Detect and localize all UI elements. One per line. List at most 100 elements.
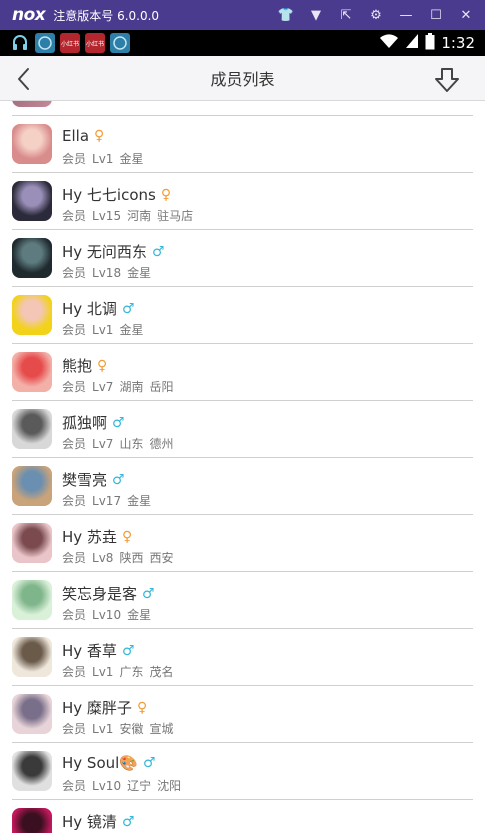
member-name-line: 笑忘身是客 ♂ <box>62 583 155 604</box>
member-level: Lv17 <box>92 494 122 508</box>
member-meta: 会员 Lv7 湖南 岳阳 <box>62 378 179 395</box>
member-role: 会员 <box>62 266 87 280</box>
female-icon: ♀ <box>136 699 148 716</box>
member-name: Hy 北调 <box>62 300 117 318</box>
emulator-controls: 👕 ▼ ⇱ ⚙ — ☐ ✕ <box>271 0 481 30</box>
member-location: 陕西 <box>119 551 144 565</box>
avatar[interactable] <box>12 694 52 734</box>
avatar[interactable] <box>12 580 52 620</box>
member-list[interactable]: Ella ♀ 会员 Lv1 金星 Hy 七七icons ♀ 会员 Lv15 河南 驻马店 Hy 无问西… <box>0 101 485 833</box>
member-name-line: Hy 北调 ♂ <box>62 298 135 319</box>
male-icon: ♂ <box>121 300 135 317</box>
member-name-line: Hy 香草 ♂ <box>62 640 135 661</box>
member-meta: 会员 Lv15 河南 驻马店 <box>62 207 199 224</box>
male-icon: ♂ <box>151 243 165 260</box>
back-arrow-icon <box>18 68 29 90</box>
member-name-line: 孤独啊 ♂ <box>62 412 125 433</box>
close-icon[interactable]: ✕ <box>451 0 481 30</box>
download-arrow-icon <box>435 68 459 92</box>
member-location: 德州 <box>149 437 174 451</box>
male-icon: ♂ <box>142 755 156 771</box>
member-row[interactable]: 熊抱 ♀ 会员 Lv7 湖南 岳阳 <box>0 344 485 401</box>
member-level: Lv18 <box>92 266 122 280</box>
shirt-icon[interactable]: 👕 <box>271 0 301 30</box>
avatar[interactable] <box>12 409 52 449</box>
member-location: 安徽 <box>119 722 144 736</box>
member-row[interactable]: Hy Soul🎨 ♂ 会员 Lv10 辽宁 沈阳 <box>0 743 485 800</box>
gear-icon[interactable]: ⚙ <box>361 0 391 30</box>
page-title: 成员列表 <box>210 70 275 89</box>
member-name: Hy 糜胖子 <box>62 699 132 717</box>
member-role: 会员 <box>62 608 87 622</box>
member-location: 金星 <box>119 323 144 337</box>
member-row[interactable] <box>0 101 485 116</box>
member-role: 会员 <box>62 779 87 793</box>
avatar[interactable] <box>12 808 52 833</box>
member-row[interactable]: 笑忘身是客 ♂ 会员 Lv10 金星 <box>0 572 485 629</box>
download-button[interactable] <box>433 66 461 94</box>
member-role: 会员 <box>62 437 87 451</box>
member-level: Lv10 <box>92 608 122 622</box>
member-level: Lv1 <box>92 323 114 337</box>
member-location: 湖南 <box>119 380 144 394</box>
member-row[interactable]: 孤独啊 ♂ 会员 Lv7 山东 德州 <box>0 401 485 458</box>
member-row[interactable]: Hy 香草 ♂ 会员 Lv1 广东 茂名 <box>0 629 485 686</box>
member-row[interactable]: Hy 糜胖子 ♀ 会员 Lv1 安徽 宣城 <box>0 686 485 743</box>
member-row[interactable]: Hy 苏垚 ♀ 会员 Lv8 陕西 西安 <box>0 515 485 572</box>
member-location: 茂名 <box>149 665 174 679</box>
xiaohongshu-notification-icon: 小红书 <box>60 33 80 53</box>
member-row[interactable]: Hy 无问西东 ♂ 会员 Lv18 金星 <box>0 230 485 287</box>
member-row[interactable]: Hy 镜清 ♂ <box>0 800 485 833</box>
member-row[interactable]: Hy 七七icons ♀ 会员 Lv15 河南 驻马店 <box>0 173 485 230</box>
avatar[interactable] <box>12 751 52 791</box>
male-icon: ♂ <box>142 585 155 602</box>
member-meta: 会员 Lv1 广东 茂名 <box>62 663 179 680</box>
avatar[interactable] <box>12 181 52 221</box>
member-role: 会员 <box>62 551 87 565</box>
pin-icon[interactable]: ⇱ <box>331 0 361 30</box>
member-row[interactable]: 樊雪亮 ♂ 会员 Lv17 金星 <box>0 458 485 515</box>
member-row[interactable]: Hy 北调 ♂ 会员 Lv1 金星 <box>0 287 485 344</box>
female-icon: ♀ <box>97 357 108 374</box>
member-location: 金星 <box>127 266 152 280</box>
avatar[interactable] <box>12 466 52 506</box>
male-icon: ♂ <box>121 813 135 830</box>
avatar[interactable] <box>12 523 52 563</box>
maximize-icon[interactable]: ☐ <box>421 0 451 30</box>
member-location: 驻马店 <box>157 209 194 223</box>
member-role: 会员 <box>62 380 87 394</box>
member-row[interactable]: Ella ♀ 会员 Lv1 金星 <box>0 116 485 173</box>
member-name: Ella <box>62 127 90 145</box>
avatar[interactable] <box>12 637 52 677</box>
status-bar: 小红书 小红书 1:32 <box>0 30 485 56</box>
member-level: Lv1 <box>92 152 114 166</box>
member-name-line: Hy 镜清 ♂ <box>62 811 135 832</box>
member-role: 会员 <box>62 209 87 223</box>
avatar[interactable] <box>12 238 52 278</box>
avatar[interactable] <box>12 352 52 392</box>
member-name: 孤独啊 <box>62 414 108 432</box>
male-icon: ♂ <box>112 471 125 488</box>
member-role: 会员 <box>62 323 87 337</box>
member-meta: 会员 Lv1 金星 <box>62 150 149 167</box>
avatar[interactable] <box>12 124 52 164</box>
member-name-line: Hy 苏垚 ♀ <box>62 526 132 547</box>
xiaohongshu-notification-icon: 小红书 <box>85 33 105 53</box>
minimize-icon[interactable]: — <box>391 0 421 30</box>
headset-icon <box>10 33 30 53</box>
member-level: Lv15 <box>92 209 122 223</box>
menu-icon[interactable]: ▼ <box>301 0 331 30</box>
avatar[interactable] <box>12 295 52 335</box>
member-meta: 会员 Lv18 金星 <box>62 264 157 281</box>
member-level: Lv8 <box>92 551 114 565</box>
member-meta: 会员 Lv10 金星 <box>62 606 157 623</box>
member-name: Hy 无问西东 <box>62 243 147 261</box>
clock: 1:32 <box>441 34 475 52</box>
signal-icon <box>405 33 419 53</box>
member-location: 宣城 <box>149 722 174 736</box>
member-name: 熊抱 <box>62 357 93 375</box>
member-level: Lv10 <box>92 779 122 793</box>
back-button[interactable] <box>12 66 38 92</box>
member-meta: 会员 Lv1 金星 <box>62 321 149 338</box>
member-location: 金星 <box>119 152 144 166</box>
